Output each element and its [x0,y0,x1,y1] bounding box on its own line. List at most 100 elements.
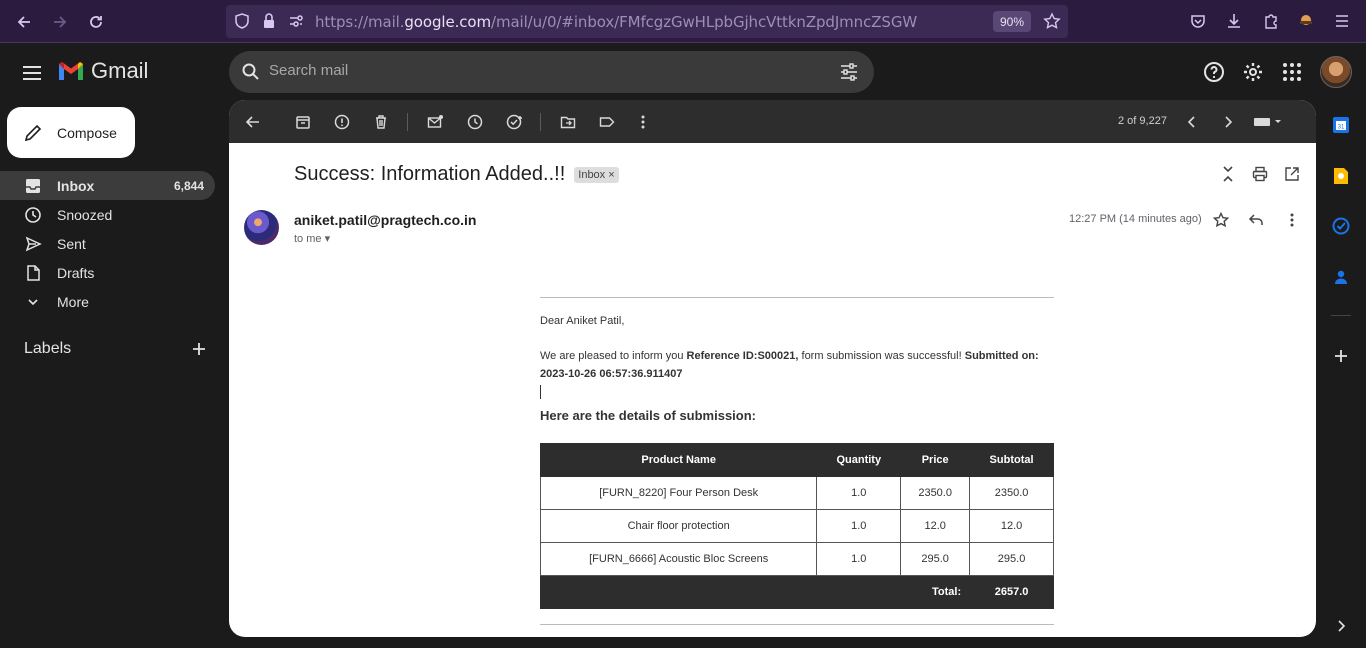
sidebar-item-inbox[interactable]: Inbox 6,844 [0,171,215,200]
sidebar-item-label: Snoozed [57,206,113,223]
labels-heading: Labels [24,340,72,357]
show-side-panel-chevron-icon[interactable] [1331,616,1351,636]
sender-avatar[interactable] [244,210,279,245]
mark-unread-icon[interactable] [425,112,445,132]
snooze-clock-icon[interactable] [465,112,485,132]
clock-icon [24,206,42,224]
toolbar-divider [540,113,541,131]
search-icon[interactable] [241,62,261,87]
email-timestamp: 12:27 PM (14 minutes ago) [1069,213,1202,225]
recipient-details[interactable]: to me ▾ [294,232,330,245]
total-label: Total: [539,575,971,609]
gmail-header: Gmail [0,44,1366,100]
star-icon[interactable] [1211,210,1231,230]
chevron-down-icon [24,293,42,311]
search-options-icon[interactable] [839,62,859,87]
extensions-icon[interactable] [1261,11,1281,31]
greeting: Dear Aniket Patil, [540,315,625,327]
shield-icon[interactable] [232,11,252,31]
gmail-logo[interactable]: Gmail [57,58,148,84]
recipient-dropdown-icon[interactable]: ▾ [325,233,331,245]
draft-icon [24,264,42,282]
sidebar-item-label: More [57,293,89,310]
account-avatar[interactable] [1320,56,1352,88]
forward-icon[interactable] [49,11,71,33]
back-to-inbox-icon[interactable] [243,112,263,132]
move-to-icon[interactable] [558,112,578,132]
archive-icon[interactable] [293,112,313,132]
zoom-badge[interactable]: 90% [993,11,1031,32]
column-header: Subtotal [969,443,1054,477]
table-header-row: Product Name Quantity Price Subtotal [539,443,1054,477]
svg-text:31: 31 [1338,125,1345,131]
print-icon[interactable] [1250,164,1270,184]
sidebar-item-snoozed[interactable]: Snoozed [0,200,215,229]
download-icon[interactable] [1224,11,1244,31]
permissions-icon[interactable] [286,11,306,31]
remove-label-icon[interactable]: × [608,169,614,181]
lock-icon[interactable] [259,11,279,31]
label-tag-icon[interactable] [597,112,617,132]
column-header: Price [900,443,971,477]
back-icon[interactable] [13,11,35,33]
account-container-icon[interactable] [1296,11,1316,31]
email-body: Dear Aniket Patil, We are pleased to inf… [539,297,1054,625]
url-bar[interactable]: https://mail.google.com/mail/u/0/#inbox/… [226,5,1068,38]
older-chevron-right-icon[interactable] [1218,112,1238,132]
reply-icon[interactable] [1246,210,1266,230]
settings-gear-icon[interactable] [1241,60,1265,84]
subtotal-cell: 295.0 [969,542,1054,576]
keep-icon[interactable] [1331,166,1351,186]
sidebar-item-label: Drafts [57,264,95,281]
column-header: Product Name [539,443,818,477]
reload-icon[interactable] [85,11,107,33]
browser-toolbar: https://mail.google.com/mail/u/0/#inbox/… [0,0,1366,43]
bookmark-star-icon[interactable] [1042,11,1062,31]
open-new-window-icon[interactable] [1282,164,1302,184]
help-icon[interactable] [1202,60,1226,84]
message-more-icon[interactable] [1282,210,1302,230]
pagination-text: 2 of 9,227 [1118,115,1167,127]
contacts-icon[interactable] [1331,267,1351,287]
toolbar-divider [407,113,408,131]
sidebar-item-more[interactable]: More [0,287,215,316]
menu-icon[interactable] [1332,11,1352,31]
collapse-all-icon[interactable] [1218,164,1238,184]
delete-icon[interactable] [371,112,391,132]
tasks-icon[interactable] [1331,216,1351,236]
newer-chevron-left-icon[interactable] [1182,112,1202,132]
rail-divider [1331,315,1351,316]
add-label-icon[interactable] [189,339,209,359]
report-spam-icon[interactable] [332,112,352,132]
compose-button[interactable]: Compose [7,107,135,158]
table-row: [FURN_6666] Acoustic Bloc Screens 1.0 29… [539,542,1054,576]
get-addons-plus-icon[interactable] [1331,346,1351,366]
sender-email[interactable]: aniket.patil@pragtech.co.in [294,212,476,228]
subtotal-cell: 12.0 [969,509,1054,543]
quantity-cell: 1.0 [816,476,902,510]
search-input[interactable] [269,62,829,79]
table-row: [FURN_8220] Four Person Desk 1.0 2350.0 … [539,476,1054,510]
sidebar-item-drafts[interactable]: Drafts [0,258,215,287]
column-header: Quantity [816,443,902,477]
quantity-cell: 1.0 [816,509,902,543]
inbox-label-chip[interactable]: Inbox × [574,166,619,183]
pocket-icon[interactable] [1188,11,1208,31]
add-to-tasks-icon[interactable] [505,112,525,132]
intro-middle: form submission was successful! [798,350,965,362]
gmail-m-icon [59,62,83,80]
message-panel: 2 of 9,227 Success: Information Added..!… [229,100,1316,637]
intro-paragraph: We are pleased to inform you Reference I… [540,347,1054,383]
sidebar-item-sent[interactable]: Sent [0,229,215,258]
product-name-cell: Chair floor protection [539,509,818,543]
input-tools-keyboard-icon[interactable] [1251,112,1285,132]
more-vertical-icon[interactable] [633,112,653,132]
search-box[interactable] [229,51,874,93]
apps-grid-icon[interactable] [1280,60,1304,84]
table-row: Chair floor protection 1.0 12.0 12.0 [539,509,1054,543]
pencil-icon [24,124,42,141]
main-menu-icon[interactable] [20,61,44,85]
inbox-chip-label: Inbox [578,168,606,181]
price-cell: 295.0 [900,542,971,576]
calendar-icon[interactable]: 31 [1331,115,1351,135]
